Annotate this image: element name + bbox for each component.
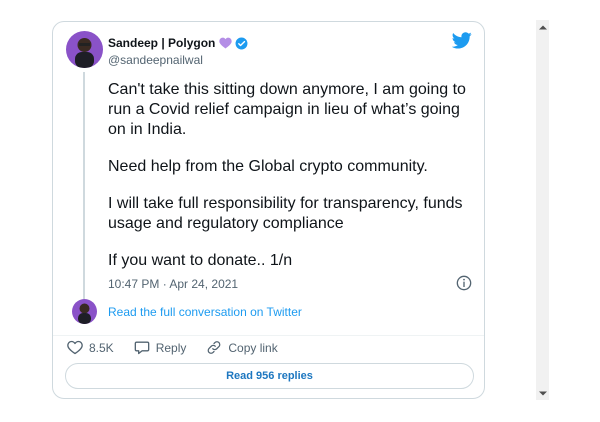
reply-button[interactable]: Reply — [134, 340, 187, 355]
scrollbar-track[interactable] — [538, 35, 547, 385]
author-name-row[interactable]: Sandeep | Polygon — [108, 36, 248, 50]
tweet-paragraph-2-text: Need help from the Global crypto communi… — [108, 158, 428, 175]
heart-outline-icon — [67, 340, 83, 355]
reply-label: Reply — [155, 340, 187, 355]
read-full-conversation-link[interactable]: Read the full conversation on Twitter — [108, 305, 302, 319]
author-name[interactable]: Sandeep | Polygon — [108, 36, 215, 50]
link-icon — [208, 341, 221, 354]
author-avatar[interactable] — [66, 31, 103, 68]
thread-line — [83, 72, 85, 300]
info-icon[interactable] — [456, 275, 472, 296]
purple-heart-icon — [219, 37, 233, 49]
tweet-text: Can't take this sitting down anymore, I … — [108, 80, 478, 288]
speech-bubble-icon — [134, 341, 150, 355]
read-replies-button[interactable]: Read 956 replies — [65, 363, 474, 389]
tweet-paragraph-2: Need help from the Global crypto communi… — [108, 157, 478, 177]
tweet-paragraph-1-text: Can't take this sitting down anymore, I … — [108, 81, 466, 138]
scroll-up-arrow-icon[interactable] — [536, 20, 549, 33]
tweet-paragraph-1: Can't take this sitting down anymore, I … — [108, 80, 478, 140]
copy-link-button[interactable]: Copy link — [206, 340, 278, 355]
divider — [53, 335, 484, 336]
verified-badge-icon — [235, 37, 248, 50]
tweet-paragraph-4-text: If you want to donate.. 1/n — [108, 252, 293, 269]
tweet-actions: 8.5K Reply Copy link — [67, 340, 298, 355]
copy-link-label: Copy link — [228, 340, 278, 355]
like-button[interactable]: 8.5K — [67, 340, 114, 355]
vertical-scrollbar[interactable] — [536, 20, 549, 400]
tweet-paragraph-3-text: I will take full responsibility for tran… — [108, 195, 463, 232]
tweet-card: Sandeep | Polygon @sandeepnailwal Can't … — [52, 21, 485, 399]
tweet-timestamp[interactable]: 10:47 PM · Apr 24, 2021 — [108, 277, 238, 291]
author-handle[interactable]: @sandeepnailwal — [108, 53, 203, 67]
scroll-down-arrow-icon[interactable] — [536, 387, 549, 400]
twitter-bird-icon[interactable] — [451, 32, 472, 54]
tweet-paragraph-3: I will take full responsibility for tran… — [108, 194, 478, 234]
conversation-avatar[interactable] — [72, 299, 97, 324]
like-count: 8.5K — [89, 340, 114, 355]
tweet-paragraph-4: If you want to donate.. 1/n — [108, 251, 478, 271]
